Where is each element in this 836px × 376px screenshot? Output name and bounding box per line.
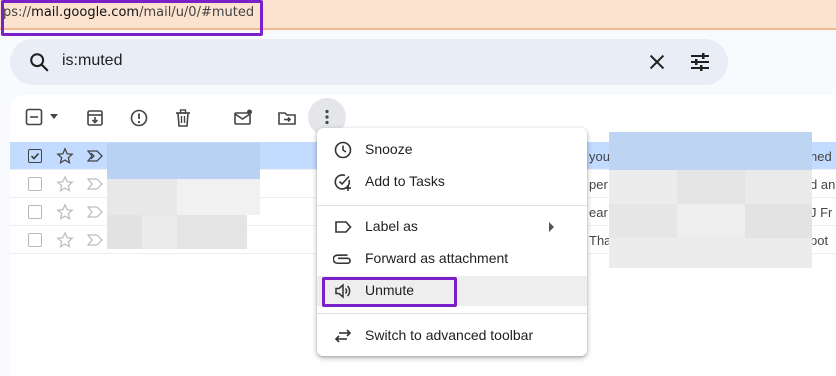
redacted-sender-block: [177, 179, 260, 215]
add-task-icon: [334, 174, 351, 191]
select-checkbox-icon[interactable]: [25, 108, 43, 126]
row-checkbox[interactable]: [28, 149, 42, 163]
menu-item-snooze[interactable]: Snooze: [317, 135, 587, 165]
star-icon[interactable]: [56, 147, 74, 165]
search-icon[interactable]: [28, 51, 50, 73]
menu-item-label: Label as: [365, 218, 418, 234]
redacted-snippet-block: [609, 238, 812, 268]
report-spam-icon[interactable]: [129, 108, 149, 128]
importance-marker-icon[interactable]: [87, 150, 103, 162]
clear-search-icon[interactable]: [646, 51, 668, 73]
redacted-snippet-block: [609, 170, 677, 204]
importance-marker-icon[interactable]: [87, 178, 103, 190]
redacted-snippet-block: [677, 170, 745, 204]
search-options-icon[interactable]: [688, 50, 712, 74]
row-checkbox[interactable]: [28, 233, 42, 247]
star-icon[interactable]: [56, 203, 74, 221]
menu-item-label: Forward as attachment: [365, 250, 509, 266]
menu-item-label: Snooze: [365, 141, 413, 157]
search-bar[interactable]: is:muted: [10, 39, 728, 85]
menu-divider: [317, 313, 587, 314]
importance-marker-icon[interactable]: [87, 206, 103, 218]
row-snippet: ear: [589, 205, 608, 220]
move-to-icon[interactable]: [277, 108, 297, 128]
more-options-menu: Snooze Add to Tasks Label as Forward as …: [317, 128, 587, 356]
redacted-snippet-block: [745, 170, 812, 204]
menu-item-label: Switch to advanced toolbar: [365, 327, 534, 343]
redacted-sender-block: [107, 143, 260, 179]
menu-item-label-as[interactable]: Label as: [317, 212, 587, 242]
redacted-snippet-block: [677, 204, 745, 238]
row-checkbox[interactable]: [28, 177, 42, 191]
menu-item-label: Add to Tasks: [365, 173, 445, 189]
importance-marker-icon[interactable]: [87, 234, 103, 246]
menu-item-forward-as-attachment[interactable]: Forward as attachment: [317, 244, 587, 274]
url-highlight-box: [1, 0, 263, 36]
clock-icon: [334, 141, 352, 159]
delete-icon[interactable]: [173, 108, 193, 128]
row-snippet: per: [589, 177, 608, 192]
label-icon: [335, 221, 352, 233]
row-snippet: you: [589, 149, 610, 164]
redacted-snippet-block: [745, 204, 812, 238]
swap-icon: [334, 329, 352, 343]
redacted-sender-block: [142, 215, 177, 249]
select-dropdown-icon[interactable]: [49, 113, 59, 121]
redacted-sender-block: [177, 215, 247, 249]
search-input[interactable]: is:muted: [62, 52, 122, 70]
row-snippet-end: d an: [810, 177, 836, 192]
submenu-arrow-icon: [549, 222, 554, 232]
redacted-snippet-block: [609, 132, 812, 170]
star-icon[interactable]: [56, 175, 74, 193]
redacted-snippet-block: [609, 204, 677, 238]
redacted-sender-block: [107, 179, 177, 215]
star-icon[interactable]: [56, 231, 74, 249]
redacted-sender-block: [107, 215, 142, 249]
more-vert-icon: [325, 109, 329, 125]
menu-item-switch-toolbar[interactable]: Switch to advanced toolbar: [317, 321, 587, 351]
attachment-icon: [333, 254, 351, 265]
row-snippet-end: pot: [810, 233, 829, 248]
menu-item-add-to-tasks[interactable]: Add to Tasks: [317, 167, 587, 197]
archive-icon[interactable]: [85, 108, 105, 128]
check-icon: [30, 152, 40, 160]
mark-unread-icon[interactable]: [233, 108, 253, 128]
row-snippet-end: ned: [810, 149, 832, 164]
row-checkbox[interactable]: [28, 205, 42, 219]
row-snippet-end: J Fr: [810, 205, 833, 220]
unmute-highlight-box: [322, 277, 457, 307]
menu-divider: [317, 205, 587, 206]
